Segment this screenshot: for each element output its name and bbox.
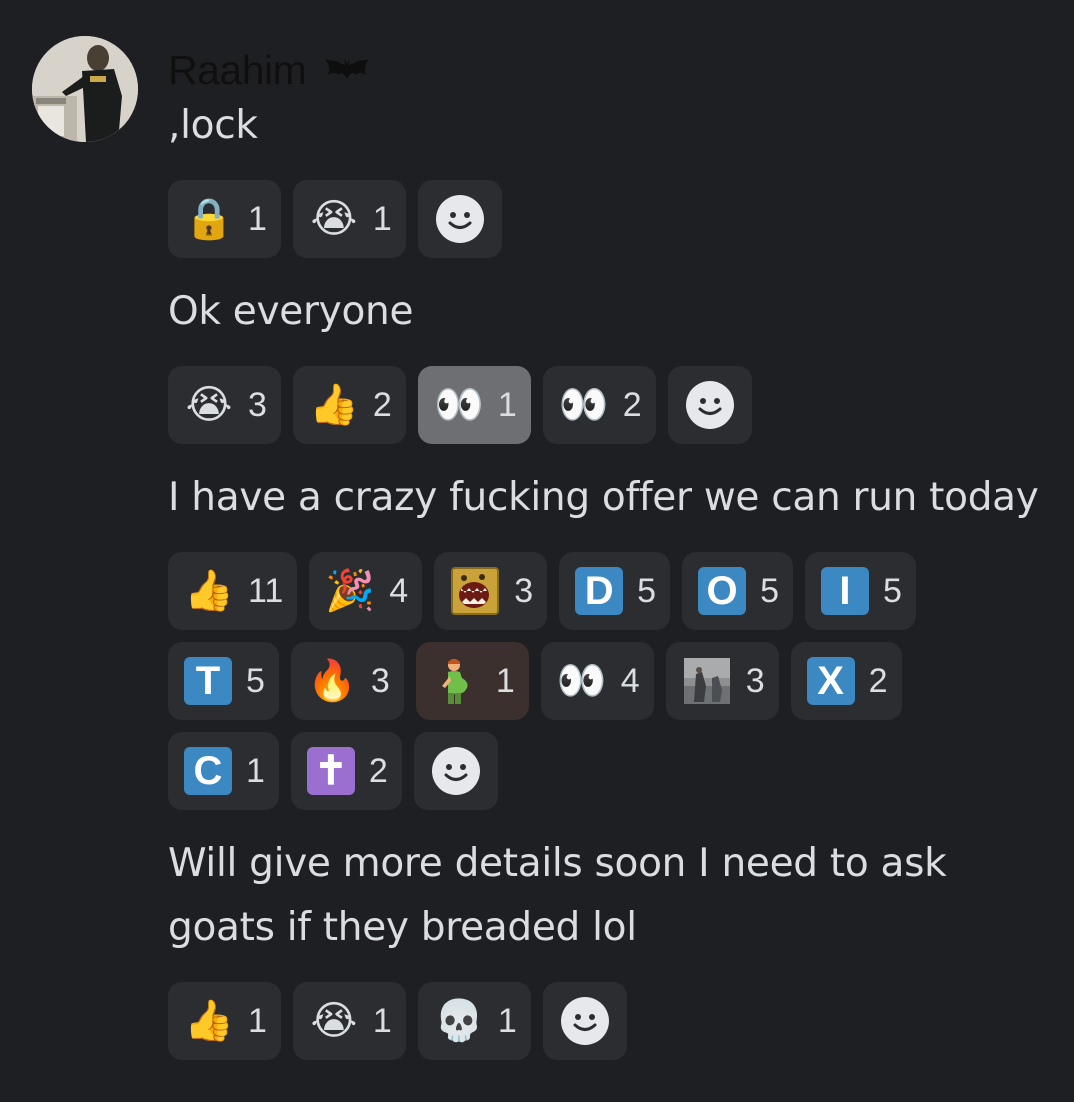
add-reaction-icon xyxy=(435,195,484,243)
reaction-count: 11 xyxy=(248,571,284,610)
add-reaction-button[interactable] xyxy=(417,180,502,258)
crying-face-icon: 😭 xyxy=(185,382,233,428)
screaming-custom-emoji-icon xyxy=(450,566,500,616)
eyes-icon: 👀 xyxy=(558,382,609,428)
reaction-bar: 🔒 1 😭 1 xyxy=(168,180,988,258)
add-reaction-icon xyxy=(685,381,734,429)
bat-icon xyxy=(324,55,370,85)
reaction-count: 3 xyxy=(514,571,534,610)
reaction-count: 1 xyxy=(372,1001,392,1040)
reaction-thumbs-up[interactable]: 👍 11 xyxy=(168,552,298,630)
message-text: I have a crazy fucking offer we can run … xyxy=(168,475,1039,520)
reaction-eyes[interactable]: 👀 2 xyxy=(542,366,656,444)
reaction-bar: 👍 1 😭 1 💀 1 xyxy=(168,982,988,1060)
reaction-count: 5 xyxy=(882,571,902,610)
reaction-count: 4 xyxy=(389,571,409,610)
reaction-custom-photo[interactable]: 3 xyxy=(665,642,779,720)
reaction-count: 1 xyxy=(248,1001,267,1040)
letter-t-icon: T xyxy=(184,657,232,705)
letter-c-icon: C xyxy=(184,747,232,795)
message-text: Will give more details soon I need to as… xyxy=(168,841,947,950)
message-text: Ok everyone xyxy=(168,289,414,334)
reaction-letter-i[interactable]: I 5 xyxy=(804,552,916,630)
thumbs-up-icon: 👍 xyxy=(184,998,234,1044)
letter-x-icon: X xyxy=(806,657,855,705)
add-reaction-button[interactable] xyxy=(667,366,752,444)
add-reaction-icon xyxy=(560,997,609,1045)
user-avatar[interactable] xyxy=(32,36,138,142)
add-reaction-button[interactable] xyxy=(413,732,498,810)
message-text: ,lock xyxy=(168,103,258,148)
reaction-count: 2 xyxy=(622,385,642,424)
reaction-thumbs-up[interactable]: 👍 2 xyxy=(292,366,406,444)
letter-i-icon: I xyxy=(820,567,869,615)
reaction-letter-d[interactable]: D 5 xyxy=(559,552,671,630)
reaction-thumbs-up[interactable]: 👍 1 xyxy=(168,982,281,1060)
reaction-bar: 👍 11 🎉 4 3 D 5 O 5 I 5 T 5 🔥 3 1 👀 4 3 X… xyxy=(168,552,988,810)
eyes-icon: 👀 xyxy=(433,382,484,428)
reaction-count: 2 xyxy=(868,661,888,700)
eyes-icon: 👀 xyxy=(556,658,607,704)
reaction-party-popper[interactable]: 🎉 4 xyxy=(309,552,423,630)
reaction-letter-c[interactable]: C 1 xyxy=(168,732,279,810)
reaction-count: 2 xyxy=(372,385,392,424)
reaction-count: 3 xyxy=(248,385,267,424)
reaction-eyes[interactable]: 👀 4 xyxy=(540,642,654,720)
letter-o-icon: O xyxy=(698,567,747,615)
reaction-count: 5 xyxy=(637,571,657,610)
add-reaction-icon xyxy=(431,747,480,795)
reaction-count: 1 xyxy=(248,199,267,238)
reaction-eyes[interactable]: 👀 1 xyxy=(417,366,531,444)
reaction-skull[interactable]: 💀 1 xyxy=(417,982,531,1060)
reaction-letter-t[interactable]: T 5 xyxy=(168,642,279,720)
letter-d-icon: D xyxy=(575,567,624,615)
reaction-count: 3 xyxy=(370,661,390,700)
reaction-count: 3 xyxy=(745,661,765,700)
crying-face-icon: 😭 xyxy=(310,196,358,242)
reaction-letter-x[interactable]: X 2 xyxy=(790,642,902,720)
reaction-count: 1 xyxy=(246,751,265,790)
reaction-count: 5 xyxy=(246,661,265,700)
skull-icon: 💀 xyxy=(433,998,484,1044)
pregnant-man-icon xyxy=(432,656,482,706)
username[interactable]: Raahim xyxy=(168,47,307,94)
reaction-fire[interactable]: 🔥 3 xyxy=(290,642,404,720)
reaction-pregnant-man[interactable]: 1 xyxy=(415,642,529,720)
lock-icon: 🔒 xyxy=(184,196,234,242)
photo-custom-emoji-icon xyxy=(682,656,732,706)
reaction-count: 1 xyxy=(495,661,515,700)
message-group: Raahim ,lock 🔒 1 😭 1 Ok everyone 😭 3 👍 2… xyxy=(168,38,1058,1082)
reaction-lock[interactable]: 🔒 1 xyxy=(168,180,281,258)
reaction-crying-face[interactable]: 😭 1 xyxy=(292,982,406,1060)
reaction-bar: 😭 3 👍 2 👀 1 👀 2 xyxy=(168,366,988,444)
fire-icon: 🔥 xyxy=(307,658,357,704)
reaction-crying-face[interactable]: 😭 3 xyxy=(168,366,281,444)
reaction-crying-face[interactable]: 😭 1 xyxy=(292,180,406,258)
reaction-count: 4 xyxy=(620,661,640,700)
reaction-custom-screaming[interactable]: 3 xyxy=(434,552,548,630)
crying-face-icon: 😭 xyxy=(310,998,358,1044)
reaction-count: 1 xyxy=(497,385,517,424)
party-popper-icon: 🎉 xyxy=(325,568,376,614)
thumbs-up-icon: 👍 xyxy=(309,382,359,428)
reaction-count: 5 xyxy=(760,571,779,610)
reaction-count: 2 xyxy=(368,751,388,790)
thumbs-up-icon: 👍 xyxy=(184,568,234,614)
reaction-count: 1 xyxy=(497,1001,517,1040)
reaction-letter-o[interactable]: O 5 xyxy=(682,552,793,630)
reaction-count: 1 xyxy=(372,199,392,238)
latin-cross-icon: ✝ xyxy=(306,747,355,795)
reaction-latin-cross[interactable]: ✝ 2 xyxy=(290,732,402,810)
add-reaction-button[interactable] xyxy=(542,982,627,1060)
message-header: Raahim xyxy=(168,42,1058,98)
